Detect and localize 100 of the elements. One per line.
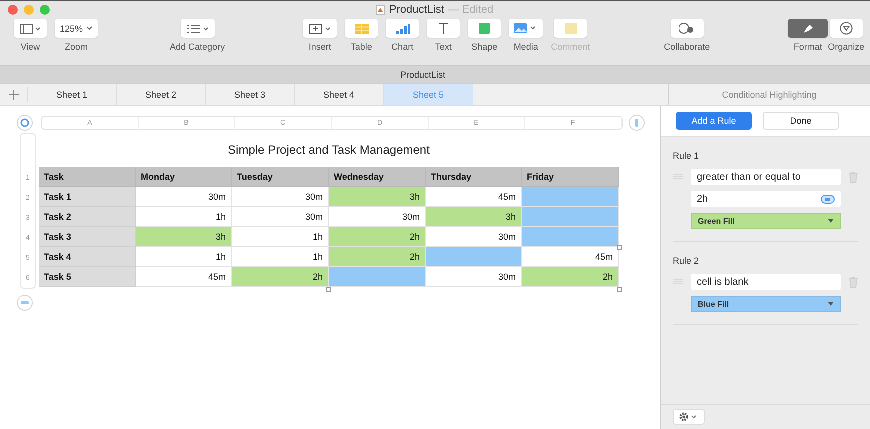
list-icon [186,24,210,34]
people-icon [679,23,696,34]
settings-button[interactable] [673,409,705,425]
zoom-button[interactable]: 125% [55,19,98,38]
column-header: Wednesday [329,167,426,187]
toolbar-label: Organize [828,42,865,52]
column-header: Task [39,167,136,187]
table-cell: 30m [232,187,329,207]
caret-icon [86,26,94,31]
sheet-tab[interactable]: Sheet 5 [384,84,473,105]
sheet-tab[interactable]: Sheet 1 [28,84,117,105]
select-table-handle[interactable] [17,115,33,131]
row-header: Task 3 [39,227,136,247]
table-title: Simple Project and Task Management [227,142,431,159]
toolbar-label: Media [514,42,538,52]
toolbar-label: Format [794,42,822,52]
table-icon [354,24,369,34]
row-header: Task 1 [39,187,136,207]
rule-title: Rule 1 [673,151,700,161]
table-cell: 45m [136,267,232,287]
table-cell: 2h [232,267,329,287]
add-rule-button[interactable]: Add a Rule [676,112,752,130]
chart-button[interactable] [386,19,420,38]
toolbar-label: Chart [392,42,414,52]
collaborate-button[interactable] [670,19,704,38]
column-header: Thursday [426,167,522,187]
toolbar-label: Collaborate [664,42,710,52]
table-cell: 45m [522,247,619,267]
insert-button[interactable] [303,19,338,38]
column-header: Friday [522,167,619,187]
toolbar-label: Add Category [170,42,226,52]
table-cell: 2h [329,227,426,247]
panel-title: Conditional Highlighting [722,90,817,100]
document-icon [376,5,386,15]
toolbar-label: Insert [308,42,332,52]
table-cell: 3h [136,227,232,247]
fill-dropdown[interactable]: Green Fill [691,213,841,229]
row-header: Task 2 [39,207,136,227]
table-cell: 1h [136,207,232,227]
table-cell: 30m [329,207,426,227]
condition-field[interactable]: greater than or equal to [691,169,841,185]
filter-icon [840,22,853,35]
close-button[interactable] [8,5,18,15]
table-cell: 30m [426,227,522,247]
plus-icon [8,90,18,100]
toolbar-label: Table [350,42,372,52]
bar-chart-icon [396,24,410,34]
column-header: Tuesday [232,167,329,187]
add-row-handle[interactable] [17,295,33,311]
column-header: Monday [136,167,232,187]
document-title: ProductList [400,70,446,80]
value-field[interactable]: 2h [691,191,841,207]
toolbar-label: Shape [472,42,498,52]
category-button[interactable] [180,19,215,38]
sheet-tab[interactable]: Sheet 3 [206,84,295,105]
paintbrush-icon [802,23,814,34]
dropdown-arrow-icon [828,219,834,223]
table-cell: 30m [232,207,329,227]
sheet-tab[interactable]: Sheet 2 [117,84,206,105]
cell-reference-icon[interactable] [821,194,835,204]
table-cell: 30m [426,267,522,287]
table-cell: 3h [426,207,522,227]
done-button[interactable]: Done [763,112,839,130]
sidebar-layout-icon [20,24,42,34]
resize-handle[interactable] [326,287,331,292]
fill-dropdown[interactable]: Blue Fill [691,296,841,312]
condition-field[interactable]: cell is blank [691,274,841,290]
table-cell: 1h [232,247,329,267]
toolbar-label: Text [435,42,452,52]
format-button[interactable] [788,19,828,38]
gear-icon [679,412,699,422]
square-icon [479,23,490,34]
resize-handle[interactable] [617,287,622,292]
zoom-button[interactable] [40,5,50,15]
comment-icon [564,23,577,34]
text-button[interactable] [427,19,460,38]
text-icon [438,23,449,34]
table-cell: 30m [136,187,232,207]
insert-icon [308,23,332,34]
table-cell: 45m [426,187,522,207]
shape-button[interactable] [468,19,502,38]
table-cell: 2h [522,267,619,287]
toolbar-label: Zoom [65,42,88,52]
add-column-handle[interactable] [629,115,645,131]
toolbar-label: View [20,42,40,52]
row-header: Task 4 [39,247,136,267]
dropdown-arrow-icon [828,302,834,306]
table-cell: 1h [136,247,232,267]
row-header: Task 5 [39,267,136,287]
table-button[interactable] [345,19,378,38]
table-cell: 2h [329,247,426,267]
rule-title: Rule 2 [673,256,700,266]
resize-handle[interactable] [617,245,622,250]
organize-button[interactable] [830,19,863,38]
media-button[interactable] [509,19,544,38]
table-cell: 1h [232,227,329,247]
view-button[interactable] [14,19,47,38]
edited-status: — Edited [448,4,494,16]
window-title: ProductList [389,4,444,16]
table-cell: 3h [329,187,426,207]
